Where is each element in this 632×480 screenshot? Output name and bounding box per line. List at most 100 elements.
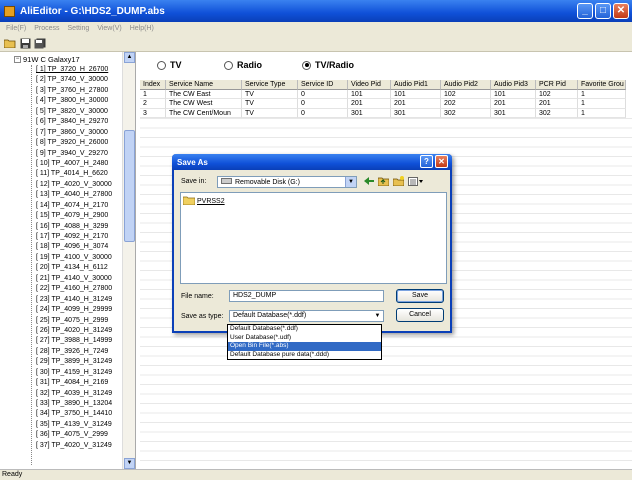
tree-item[interactable]: [ 10] TP_4007_H_2480 [36,159,126,169]
menu-setting[interactable]: Setting [64,25,94,32]
dialog-help-button[interactable]: ? [420,155,433,168]
dialog-close-button[interactable]: ✕ [435,155,448,168]
column-header[interactable]: Favorite Grou [578,80,626,90]
back-icon[interactable] [363,176,374,186]
menu-process[interactable]: Process [30,25,63,32]
tree-item[interactable]: [ 13] TP_4040_H_27800 [36,190,126,200]
save-in-combo[interactable]: Removable Disk (G:) ▼ [217,176,357,188]
menu-help[interactable]: Help(H) [126,25,158,32]
tree-item[interactable]: [ 9] TP_3940_V_29270 [36,149,126,159]
table-row[interactable]: 1 The CW East TV 0 101 101 102 101 102 1 [140,89,632,99]
tree-item[interactable]: [ 23] TP_4140_H_31249 [36,295,126,305]
tree-item[interactable]: [ 8] TP_3920_H_26000 [36,138,126,148]
tree-item[interactable]: [ 12] TP_4020_V_30000 [36,180,126,190]
tree-item[interactable]: [ 25] TP_4075_H_2999 [36,316,126,326]
save-type-combo[interactable]: Default Database(*.ddf) ▼ [229,310,384,322]
radio-tv-dot[interactable] [157,60,166,70]
close-button[interactable]: ✕ [613,3,629,19]
chevron-down-icon[interactable]: ▼ [373,312,382,320]
table-cell: TV [242,99,298,109]
tree-item[interactable]: [ 32] TP_4039_H_31249 [36,389,126,399]
column-header[interactable]: Service Name [166,80,242,90]
column-header[interactable]: Audio Pid3 [491,80,536,90]
table-row[interactable]: 2 The CW West TV 0 201 201 202 201 201 1 [140,99,632,109]
scroll-thumb[interactable] [124,130,135,242]
tree-item[interactable]: [ 14] TP_4074_H_2170 [36,201,126,211]
save-button[interactable]: Save [396,289,444,303]
dropdown-option[interactable]: Default Database pure data(*.ddd) [228,351,381,360]
tree-scrollbar[interactable]: ▲ ▼ [122,52,135,469]
tree-root[interactable]: − 91W C Galaxy17 [14,55,80,64]
scroll-down-icon[interactable]: ▼ [124,458,135,469]
tree-item[interactable]: [ 20] TP_4134_H_6112 [36,263,126,273]
folder-item[interactable]: PVRSS2 [182,196,225,207]
tree-item[interactable]: [ 36] TP_4075_V_2999 [36,430,126,440]
tree-item[interactable]: [ 29] TP_3899_H_31249 [36,357,126,367]
tree-item[interactable]: [ 17] TP_4092_H_2170 [36,232,126,242]
tree-item[interactable]: [ 37] TP_4020_V_31249 [36,441,126,451]
radio-radio-dot[interactable] [224,60,233,70]
tree-item[interactable]: [ 24] TP_4099_H_29999 [36,305,126,315]
dropdown-option[interactable]: Open Bin File(*.abs) [228,342,381,351]
tree-item[interactable]: [ 35] TP_4139_V_31249 [36,420,126,430]
view-menu-icon[interactable] [408,176,424,186]
column-header[interactable]: Audio Pid1 [391,80,441,90]
drive-icon [221,178,232,186]
tree-item[interactable]: [ 18] TP_4096_H_3074 [36,242,126,252]
column-header[interactable]: Service ID [298,80,348,90]
new-folder-icon[interactable] [393,176,404,186]
tree-item[interactable]: [ 7] TP_3860_V_30000 [36,128,126,138]
column-header[interactable]: Service Type [242,80,298,90]
menu-file[interactable]: File(F) [2,25,30,32]
save-as-icon[interactable] [34,38,46,49]
chevron-down-icon[interactable]: ▼ [345,177,356,187]
cancel-button[interactable]: Cancel [396,308,444,322]
table-row[interactable]: 3 The CW Cent/Moun TV 0 301 301 302 301 302 1 [140,108,632,118]
folder-icon [182,196,196,207]
tree-item[interactable]: [ 28] TP_3926_H_7249 [36,347,126,357]
tree-item[interactable]: [ 6] TP_3840_H_29270 [36,117,126,127]
up-folder-icon[interactable] [378,176,389,186]
tree-item[interactable]: [ 33] TP_3890_H_13204 [36,399,126,409]
radio-tv-radio-dot[interactable] [302,60,311,70]
save-in-value: Removable Disk (G:) [235,178,300,186]
tree-item[interactable]: [ 15] TP_4079_H_2900 [36,211,126,221]
tree-item[interactable]: [ 34] TP_3750_H_14410 [36,409,126,419]
maximize-button[interactable]: □ [595,3,611,19]
column-header[interactable]: Video Pid [348,80,391,90]
tree-item[interactable]: [ 31] TP_4084_H_2169 [36,378,126,388]
column-header[interactable]: PCR Pid [536,80,578,90]
file-list[interactable]: PVRSS2 [180,192,447,284]
collapse-icon[interactable]: − [14,56,21,63]
channel-table[interactable]: Index Service Name Service Type Service ID V… [140,80,632,118]
tree-item[interactable]: [ 2] TP_3740_V_30000 [36,75,126,85]
tree-item[interactable]: [ 3] TP_3760_H_27800 [36,86,126,96]
tree-item[interactable]: [ 27] TP_3988_H_14999 [36,336,126,346]
scroll-up-icon[interactable]: ▲ [124,52,135,63]
column-header[interactable]: Audio Pid2 [441,80,491,90]
file-name-input[interactable]: HDS2_DUMP [229,290,384,302]
radio-radio[interactable]: Radio [224,60,262,70]
radio-tv-radio[interactable]: TV/Radio [302,60,354,70]
tree-item[interactable]: [ 21] TP_4140_V_30000 [36,274,126,284]
open-folder-icon[interactable] [4,38,16,49]
minimize-button[interactable]: _ [577,3,593,19]
dropdown-option[interactable]: User Database(*.udf) [228,334,381,343]
tree-item[interactable]: [ 16] TP_4088_H_3299 [36,222,126,232]
radio-tv-radio-label: TV/Radio [315,60,355,70]
tree-item[interactable]: [ 22] TP_4160_H_27800 [36,284,126,294]
column-header[interactable]: Index [140,80,166,90]
save-icon[interactable] [19,38,31,49]
tree-item[interactable]: [ 4] TP_3800_H_30000 [36,96,126,106]
tree-item[interactable]: [ 19] TP_4100_V_30000 [36,253,126,263]
tree-item[interactable]: [ 30] TP_4159_H_31249 [36,368,126,378]
radio-tv[interactable]: TV [157,60,182,70]
tree-item[interactable]: [ 5] TP_3820_V_30000 [36,107,126,117]
dropdown-option[interactable]: Default Database(*.ddf) [228,325,381,334]
tree-item[interactable]: [ 11] TP_4014_H_6620 [36,169,126,179]
menu-view[interactable]: View(V) [93,25,125,32]
transponder-tree[interactable]: − 91W C Galaxy17 [ 1] TP_3720_H_26700[ 2… [0,52,136,469]
tree-item[interactable]: [ 26] TP_4020_H_31249 [36,326,126,336]
tree-item[interactable]: [ 1] TP_3720_H_26700 [36,65,126,75]
save-type-dropdown[interactable]: Default Database(*.ddf) User Database(*.u… [227,324,382,360]
